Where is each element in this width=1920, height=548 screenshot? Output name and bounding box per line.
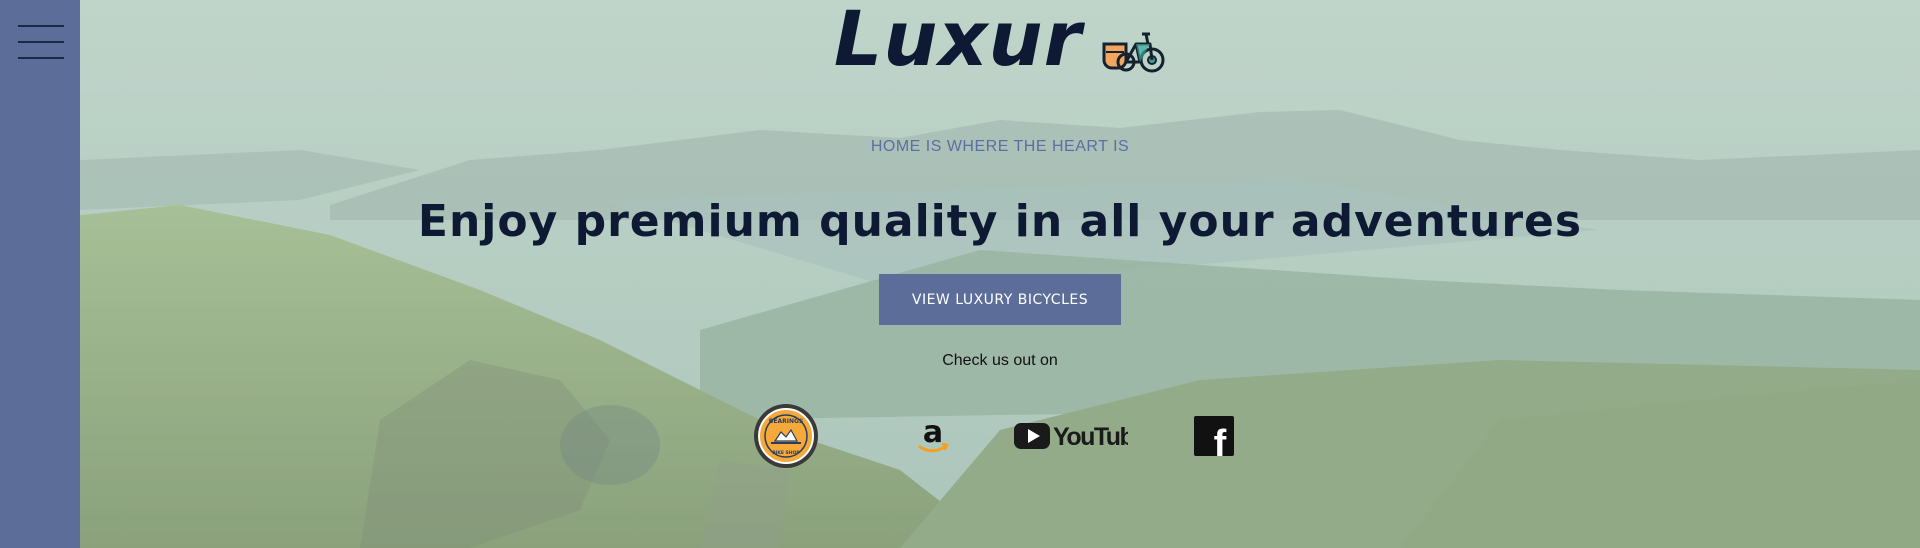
hamburger-menu-icon[interactable]: [18, 25, 64, 59]
bike-shop-badge-icon[interactable]: BEARINGS BIKE SHOP: [753, 403, 819, 469]
facebook-icon[interactable]: f: [1194, 416, 1234, 465]
hero-headline: Enjoy premium quality in all your advent…: [417, 196, 1583, 247]
youtube-icon[interactable]: YouTube: [1014, 418, 1149, 454]
sidebar: [0, 0, 80, 548]
amazon-icon[interactable]: a: [912, 415, 954, 457]
view-luxury-bicycles-button[interactable]: VIEW LUXURY BICYCLES: [879, 274, 1121, 325]
brand-logo-text[interactable]: Luxur: [834, 0, 1082, 82]
brand-header: Luxur: [80, 0, 1920, 86]
svg-text:BEARINGS: BEARINGS: [769, 418, 803, 425]
partners-intro: Check us out on: [942, 352, 1058, 369]
svg-text:a: a: [923, 415, 943, 450]
svg-text:f: f: [1214, 423, 1227, 456]
bicycle-icon: [1102, 32, 1165, 73]
hero-tagline: HOME IS WHERE THE HEART IS: [870, 138, 1130, 155]
svg-text:BIKE SHOP: BIKE SHOP: [772, 450, 800, 456]
hero-section: Luxur HOME IS WHERE THE HEART IS Enjoy p…: [80, 0, 1920, 548]
svg-text:YouTube: YouTube: [1053, 423, 1128, 451]
